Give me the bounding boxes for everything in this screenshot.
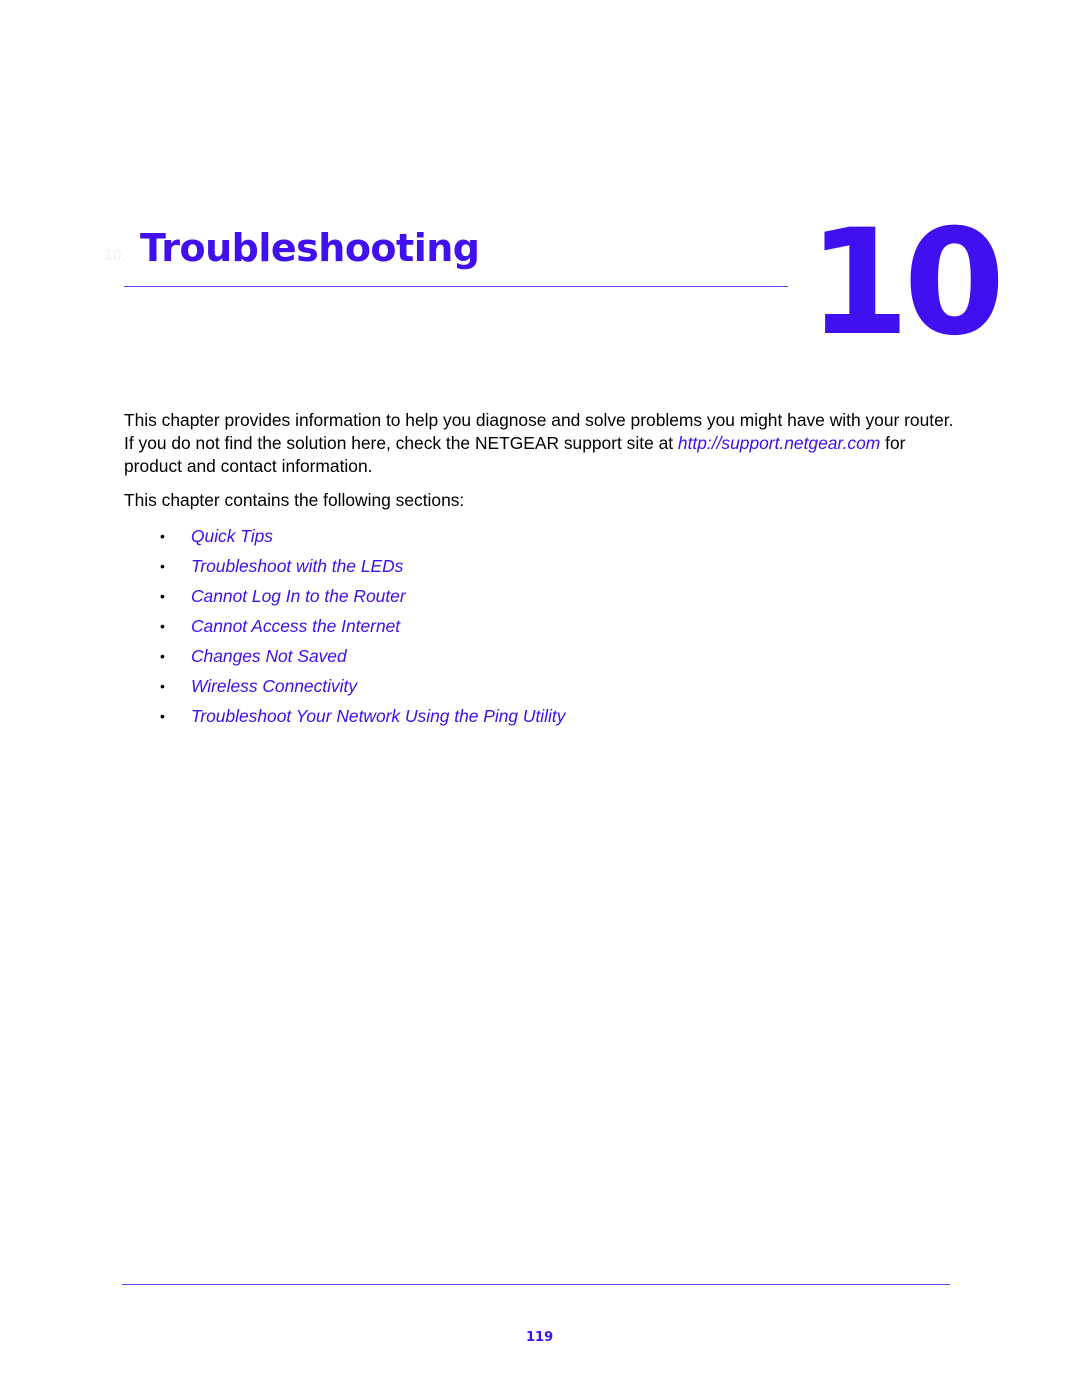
section-link-wireless-connectivity[interactable]: Wireless Connectivity (191, 674, 357, 698)
bullet-icon: • (160, 678, 165, 694)
title-divider (124, 286, 788, 287)
section-link-ping-utility[interactable]: Troubleshoot Your Network Using the Ping… (191, 704, 565, 728)
section-link-changes-not-saved[interactable]: Changes Not Saved (191, 644, 347, 668)
section-link-cannot-log-in[interactable]: Cannot Log In to the Router (191, 584, 406, 608)
chapter-title: Troubleshooting (140, 226, 480, 270)
section-link-troubleshoot-leds[interactable]: Troubleshoot with the LEDs (191, 554, 403, 578)
bullet-icon: • (160, 708, 165, 724)
bullet-icon: • (160, 618, 165, 634)
bullet-icon: • (160, 558, 165, 574)
bullet-icon: • (160, 528, 165, 544)
support-link[interactable]: http://support.netgear.com (678, 433, 880, 453)
page-number: 119 (526, 1330, 554, 1345)
chapter-big-number: 10 (808, 198, 1005, 368)
chapter-number-label: 10. (104, 248, 127, 264)
section-link-cannot-access-internet[interactable]: Cannot Access the Internet (191, 614, 400, 638)
footer-divider (122, 1284, 950, 1285)
sections-intro: This chapter contains the following sect… (124, 490, 465, 510)
intro-paragraph: This chapter provides information to hel… (124, 409, 964, 477)
section-link-quick-tips[interactable]: Quick Tips (191, 524, 273, 548)
bullet-icon: • (160, 648, 165, 664)
bullet-icon: • (160, 588, 165, 604)
